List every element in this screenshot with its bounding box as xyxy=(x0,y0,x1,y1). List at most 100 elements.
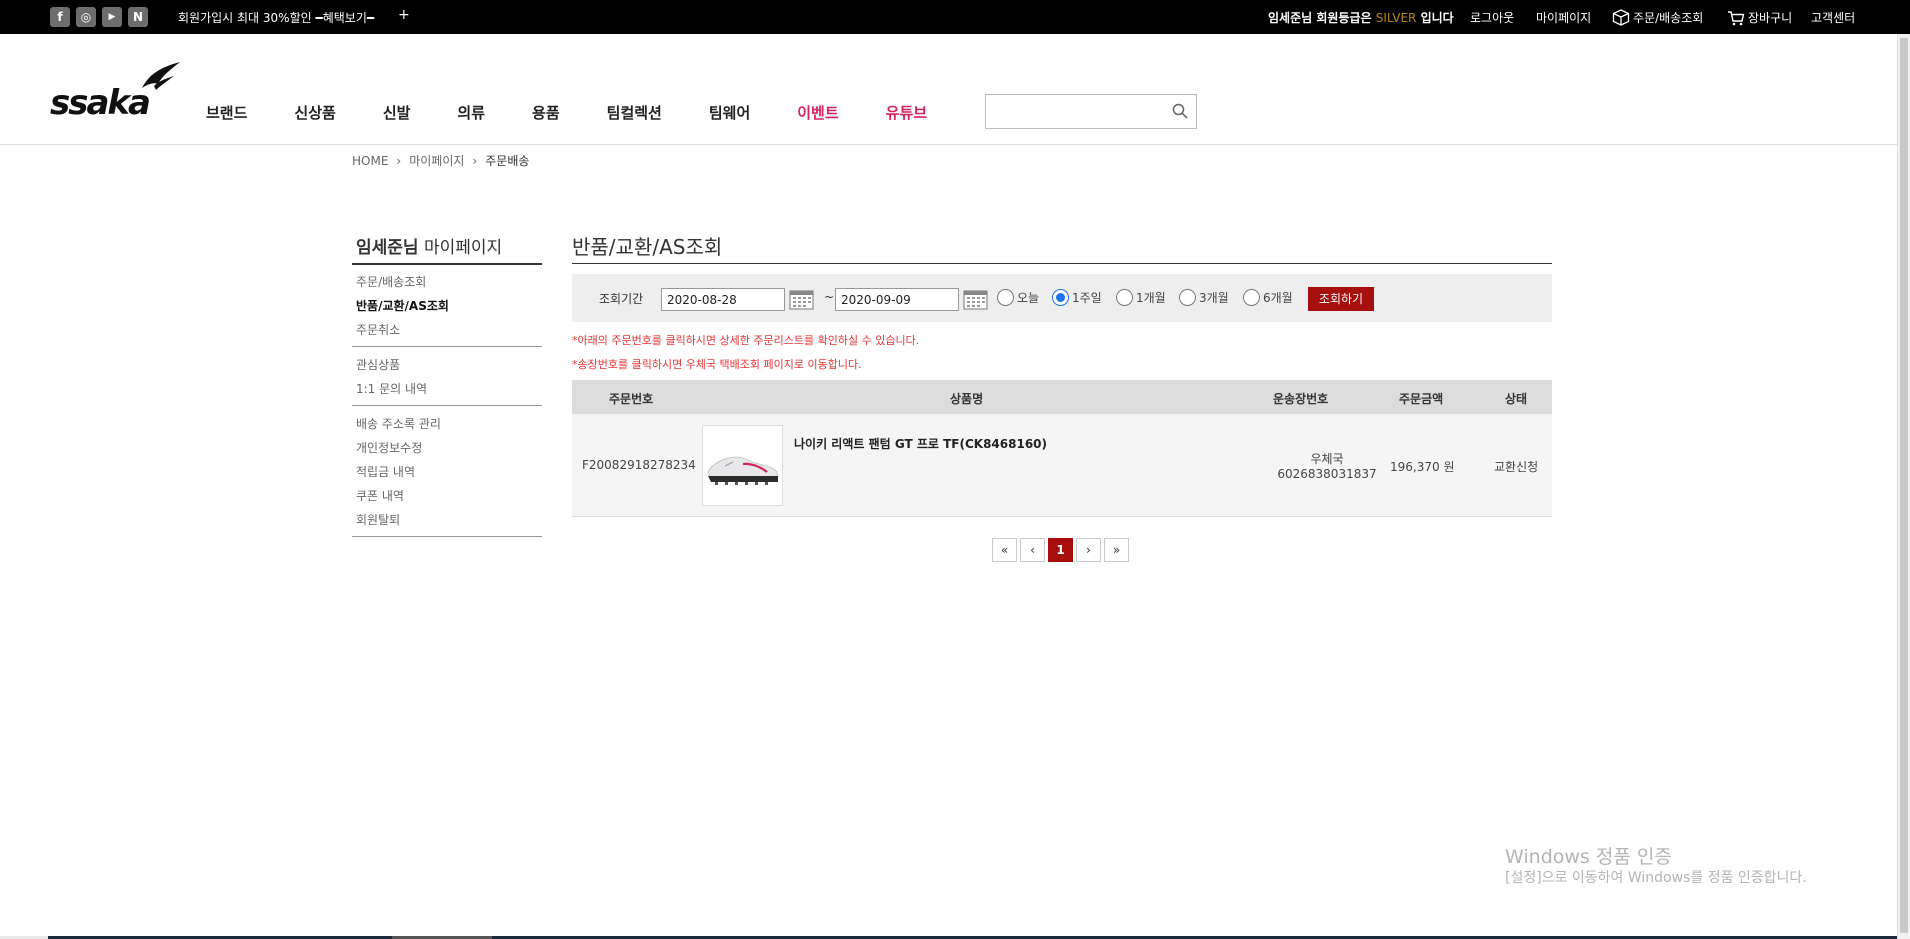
naver-blog-icon[interactable]: N xyxy=(128,7,148,27)
start-date-input[interactable] xyxy=(661,288,785,311)
mypage-link[interactable]: 마이페이지 xyxy=(1536,9,1591,26)
windows-activation-message: [설정]으로 이동하여 Windows를 정품 인증합니다. xyxy=(1505,870,1807,886)
radio-circle-selected[interactable] xyxy=(1052,289,1069,306)
social-links: f ◎ ▶ N xyxy=(50,7,148,27)
sidebar-item-edit-profile[interactable]: 개인정보수정 xyxy=(356,436,441,460)
column-header-product: 상품명 xyxy=(950,392,984,406)
tracking-number-link[interactable]: 6026838031837 xyxy=(1267,467,1387,482)
first-page-button[interactable]: « xyxy=(992,538,1017,562)
mypage-label: 마이페이지 xyxy=(1536,11,1592,25)
promo-expand-button[interactable]: + xyxy=(398,7,410,23)
sidebar-item-points[interactable]: 적립금 내역 xyxy=(356,460,441,484)
calendar-icon[interactable] xyxy=(963,288,988,310)
nav-new-arrivals[interactable]: 신상품 xyxy=(294,102,335,123)
tracking-info[interactable]: 우체국 6026838031837 xyxy=(1267,452,1387,482)
page-title: 반품/교환/AS조회 xyxy=(572,235,723,259)
radio-circle[interactable] xyxy=(997,289,1014,306)
shoe-image xyxy=(707,456,778,485)
end-date-input[interactable] xyxy=(835,288,959,311)
customer-center-link[interactable]: 고객센터 xyxy=(1811,9,1855,26)
facebook-icon[interactable]: f xyxy=(50,7,70,27)
search-icon[interactable] xyxy=(1172,103,1188,119)
svg-text:ssaka: ssaka xyxy=(50,83,149,123)
sidebar-item-order-cancel[interactable]: 주문취소 xyxy=(356,318,449,342)
column-header-status: 상태 xyxy=(1505,392,1528,406)
logout-link[interactable]: 로그아웃 xyxy=(1470,9,1514,26)
cart-label: 장바구니 xyxy=(1748,11,1793,25)
nav-apparel[interactable]: 의류 xyxy=(457,102,485,123)
nav-event[interactable]: 이벤트 xyxy=(797,102,838,123)
windows-activation-title: Windows 정품 인증 xyxy=(1505,846,1672,868)
sidebar-item-return-exchange[interactable]: 반품/교환/AS조회 xyxy=(356,294,449,318)
product-name-link[interactable]: 나이키 리액트 팬텀 GT 프로 TF(CK8468160) xyxy=(794,435,1047,452)
sidebar-item-inquiry[interactable]: 1:1 문의 내역 xyxy=(356,377,427,401)
search-box[interactable] xyxy=(985,94,1197,129)
breadcrumb-mypage[interactable]: 마이페이지 xyxy=(409,152,464,169)
sidebar-item-wishlist[interactable]: 관심상품 xyxy=(356,353,427,377)
radio-circle[interactable] xyxy=(1243,289,1260,306)
sidebar-item-withdraw[interactable]: 회원탈퇴 xyxy=(356,508,441,532)
period-radio-6months[interactable]: 6개월 xyxy=(1243,289,1293,306)
radio-circle[interactable] xyxy=(1116,289,1133,306)
sidebar-divider xyxy=(352,536,542,537)
calendar-icon[interactable] xyxy=(789,288,814,310)
sidebar-divider xyxy=(352,346,542,347)
nav-shoes[interactable]: 신발 xyxy=(383,102,411,123)
sidebar-title-divider xyxy=(352,263,542,265)
date-range-separator: ~ xyxy=(824,290,835,304)
nav-brand[interactable]: 브랜드 xyxy=(206,102,247,123)
youtube-icon[interactable]: ▶ xyxy=(102,7,122,27)
member-grade-badge: SILVER xyxy=(1375,11,1417,25)
nav-equipment[interactable]: 용품 xyxy=(532,102,560,123)
radio-circle[interactable] xyxy=(1179,289,1196,306)
breadcrumb: HOME › 마이페이지 › 주문배송 xyxy=(352,152,529,169)
period-radio-3months[interactable]: 3개월 xyxy=(1179,289,1229,306)
period-radio-label: 3개월 xyxy=(1199,291,1229,305)
sidebar-title-suffix: 마이페이지 xyxy=(423,238,503,258)
period-radio-label: 1주일 xyxy=(1072,291,1102,305)
search-submit-button[interactable]: 조회하기 xyxy=(1308,287,1374,311)
order-delivery-label: 주문/배송조회 xyxy=(1633,11,1704,25)
last-page-button[interactable]: » xyxy=(1104,538,1129,562)
site-header: ssaka 브랜드 신상품 신발 의류 용품 팀컬렉션 팀웨어 이벤트 유튜브 xyxy=(0,34,1910,145)
order-number-link[interactable]: F20082918278234 xyxy=(582,458,696,472)
order-delivery-link[interactable]: 주문/배송조회 xyxy=(1612,9,1703,26)
period-radio-1month[interactable]: 1개월 xyxy=(1116,289,1166,306)
order-amount: 196,370 원 xyxy=(1390,460,1455,474)
nav-teamwear[interactable]: 팀웨어 xyxy=(709,102,750,123)
customer-center-label: 고객센터 xyxy=(1811,11,1856,25)
cart-link[interactable]: 장바구니 xyxy=(1727,9,1792,26)
column-header-order-no: 주문번호 xyxy=(609,392,654,406)
top-bar: f ◎ ▶ N 회원가입시 최대 30%할인 ━혜택보기━ + 임세준님 회원등… xyxy=(0,0,1910,34)
member-grade-text: 임세준님 회원등급은 SILVER 입니다 xyxy=(1268,9,1454,26)
period-radio-label: 오늘 xyxy=(1017,291,1040,305)
orders-table-header: 주문번호 상품명 운송장번호 주문금액 상태 xyxy=(572,380,1552,414)
instagram-icon[interactable]: ◎ xyxy=(76,7,96,27)
period-radio-label: 1개월 xyxy=(1136,291,1166,305)
sidebar-group-orders: 주문/배송조회 반품/교환/AS조회 주문취소 xyxy=(356,270,449,342)
column-header-tracking: 운송장번호 xyxy=(1273,392,1329,406)
sidebar-item-address-book[interactable]: 배송 주소록 관리 xyxy=(356,412,441,436)
period-radio-1week[interactable]: 1주일 xyxy=(1052,289,1102,306)
nav-team-collection[interactable]: 팀컬렉션 xyxy=(607,102,662,123)
sidebar-item-order-delivery[interactable]: 주문/배송조회 xyxy=(356,270,449,294)
next-page-button[interactable]: › xyxy=(1076,538,1101,562)
chevron-right-icon: › xyxy=(396,153,402,168)
ssaka-logo[interactable]: ssaka xyxy=(50,62,180,124)
sidebar-divider xyxy=(352,405,542,406)
prev-page-button[interactable]: ‹ xyxy=(1020,538,1045,562)
product-thumbnail[interactable] xyxy=(702,425,783,506)
member-name-label: 임세준님 회원등급은 xyxy=(1268,11,1372,25)
period-radio-today[interactable]: 오늘 xyxy=(997,289,1039,306)
notice-tracking-number: *송장번호를 클릭하시면 우체국 택배조회 페이지로 이동합니다. xyxy=(572,358,862,371)
page-scrollbar[interactable] xyxy=(1897,34,1910,939)
page-number-current[interactable]: 1 xyxy=(1048,538,1073,562)
period-filter: 조회기간 ~ 오늘 1주일 1개월 3개월 6개월 조회하기 xyxy=(572,274,1552,322)
sidebar-item-coupons[interactable]: 쿠폰 내역 xyxy=(356,484,441,508)
breadcrumb-home[interactable]: HOME xyxy=(352,154,388,168)
scrollbar-thumb[interactable] xyxy=(1900,38,1908,933)
signup-promo-link[interactable]: 회원가입시 최대 30%할인 ━혜택보기━ xyxy=(178,9,374,26)
carrier-name: 우체국 xyxy=(1310,452,1344,466)
sidebar-user-name: 임세준님 xyxy=(356,238,419,258)
nav-youtube[interactable]: 유튜브 xyxy=(886,102,927,123)
